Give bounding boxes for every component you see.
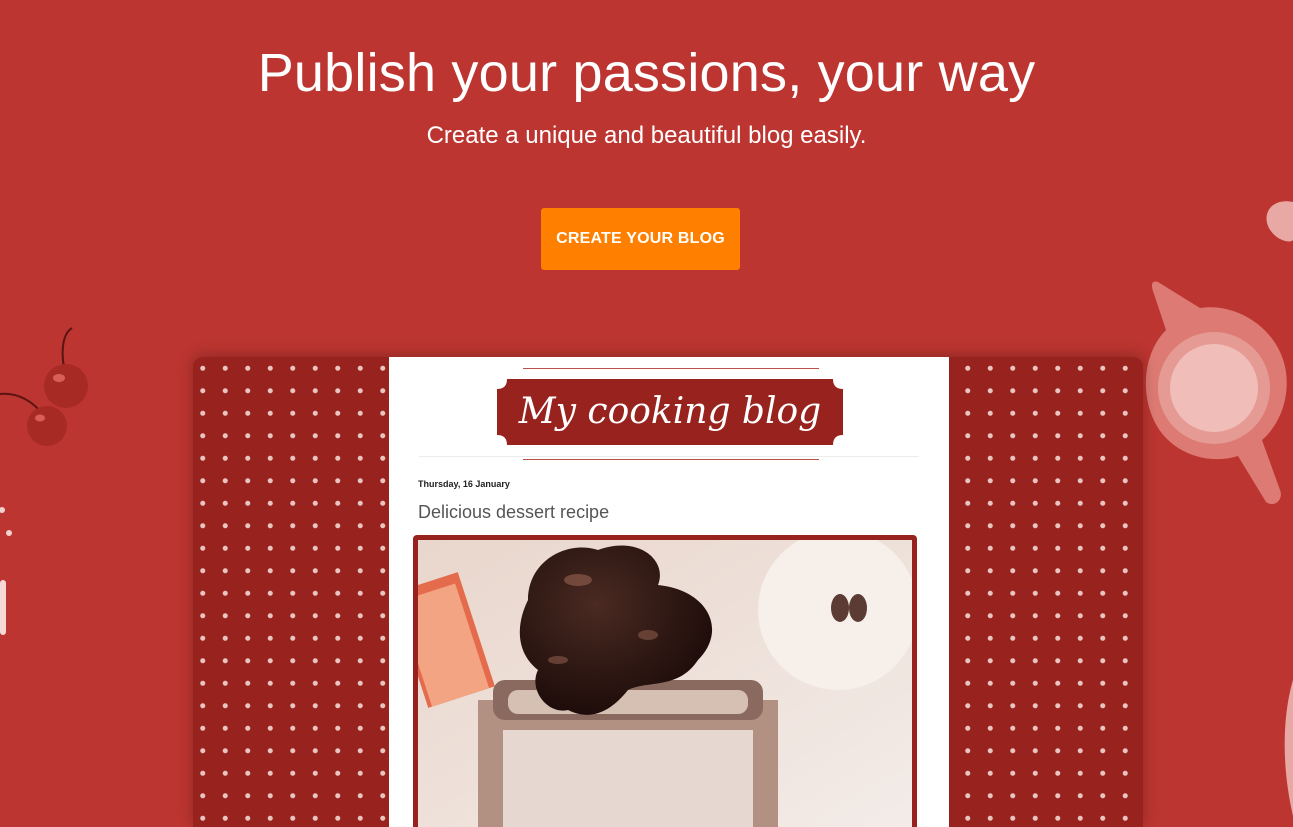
- hero-subtitle: Create a unique and beautiful blog easil…: [426, 122, 867, 149]
- header-bottom-line: [523, 459, 819, 460]
- divider: [419, 456, 919, 457]
- post-title[interactable]: Delicious dessert recipe: [418, 502, 609, 523]
- blog-preview: My cooking blog Thursday, 16 January Del…: [193, 357, 1143, 827]
- create-blog-button[interactable]: CREATE YOUR BLOG: [541, 208, 740, 270]
- plate-edge-icon: [1284, 680, 1293, 816]
- post-date: Thursday, 16 January: [418, 479, 510, 489]
- header-top-line: [523, 368, 819, 369]
- blog-title: My cooking blog: [518, 391, 822, 432]
- sprinkles-icon: [0, 507, 12, 635]
- milk-jug-icon: [1145, 201, 1293, 505]
- dessert-jar-photo: [418, 540, 912, 827]
- hero-title: Publish your passions, your way: [257, 43, 1036, 103]
- post-photo-frame: [413, 535, 917, 827]
- blog-preview-page: My cooking blog Thursday, 16 January Del…: [389, 357, 949, 827]
- cherries-icon: [0, 327, 88, 446]
